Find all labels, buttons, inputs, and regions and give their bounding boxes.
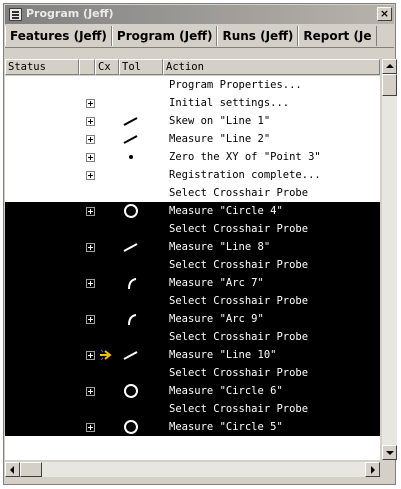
expand-icon[interactable] [86, 99, 95, 108]
step-action-text: Measure "Circle 5" [169, 421, 283, 433]
expand-icon[interactable] [86, 315, 95, 324]
program-step-row[interactable]: Select Crosshair Probe [5, 292, 380, 310]
line-icon [123, 351, 138, 360]
circle-icon [124, 384, 138, 398]
expand-icon[interactable] [86, 387, 95, 396]
program-window: Program (Jeff) × Features (Jeff) Program … [3, 3, 397, 485]
program-step-row[interactable]: Measure "Line 10" [5, 346, 380, 364]
step-action-text: Select Crosshair Probe [169, 331, 309, 343]
scroll-down-button[interactable] [382, 445, 397, 460]
program-step-row[interactable]: Select Crosshair Probe [5, 400, 380, 418]
step-action-text: Measure "Line 10" [169, 349, 277, 361]
step-action-text: Measure "Line 8" [169, 241, 271, 253]
tab-bar: Features (Jeff) Program (Jeff) Runs (Jeff)… [5, 26, 394, 48]
scroll-up-button[interactable] [382, 59, 397, 74]
program-step-row[interactable]: Select Crosshair Probe [5, 220, 380, 238]
horizontal-scrollbar[interactable] [5, 462, 380, 477]
grid-header: Status Cx Tol Action [5, 59, 380, 76]
arc-icon [128, 278, 137, 290]
arc-icon [128, 314, 137, 326]
program-step-row[interactable]: Select Crosshair Probe [5, 364, 380, 382]
step-action-text: Select Crosshair Probe [169, 259, 309, 271]
program-step-row[interactable]: Measure "Arc 7" [5, 274, 380, 292]
scroll-left-button[interactable] [5, 462, 20, 477]
program-window-icon [9, 8, 22, 21]
title-bar[interactable]: Program (Jeff) × [5, 5, 394, 24]
step-action-text: Measure "Line 2" [169, 133, 271, 145]
program-step-row[interactable]: Measure "Circle 6" [5, 382, 380, 400]
step-action-text: Select Crosshair Probe [169, 295, 309, 307]
expand-icon[interactable] [86, 153, 95, 162]
arrow-right-icon [371, 466, 375, 474]
tab-report[interactable]: Report (Je [298, 26, 377, 46]
step-action-text: Measure "Circle 6" [169, 385, 283, 397]
column-header-cx[interactable]: Cx [95, 59, 119, 75]
step-action-text: Measure "Arc 7" [169, 277, 264, 289]
vertical-scroll-thumb[interactable] [382, 74, 397, 96]
vertical-scrollbar[interactable] [382, 59, 397, 460]
step-action-text: Skew on "Line 1" [169, 115, 271, 127]
step-action-text: Zero the XY of "Point 3" [169, 151, 321, 163]
program-step-row[interactable]: Skew on "Line 1" [5, 112, 380, 130]
program-step-row[interactable]: Select Crosshair Probe [5, 256, 380, 274]
program-step-row[interactable]: Zero the XY of "Point 3" [5, 148, 380, 166]
step-action-text: Initial settings... [169, 97, 290, 109]
step-action-text: Select Crosshair Probe [169, 403, 309, 415]
arrow-left-icon [10, 466, 14, 474]
step-action-text: Select Crosshair Probe [169, 187, 309, 199]
window-title: Program (Jeff) [26, 7, 114, 20]
column-header-action[interactable]: Action [163, 59, 380, 75]
circle-icon [124, 420, 138, 434]
program-step-row[interactable]: Registration complete... [5, 166, 380, 184]
program-step-row[interactable]: Select Crosshair Probe [5, 184, 380, 202]
line-icon [123, 135, 138, 144]
expand-icon[interactable] [86, 243, 95, 252]
expand-icon[interactable] [86, 423, 95, 432]
line-icon [123, 117, 138, 126]
program-grid[interactable]: Status Cx Tol Action Program Properties.… [5, 59, 380, 460]
program-step-row[interactable]: Measure "Circle 5" [5, 418, 380, 436]
circle-icon [124, 204, 138, 218]
step-action-text: Measure "Arc 9" [169, 313, 264, 325]
expand-icon[interactable] [86, 135, 95, 144]
column-header-status[interactable]: Status [5, 59, 79, 75]
arrow-up-icon [386, 64, 394, 68]
close-button[interactable]: × [377, 7, 392, 21]
horizontal-scroll-thumb[interactable] [20, 462, 42, 477]
program-step-row[interactable]: Program Properties... [5, 76, 380, 94]
arrow-down-icon [386, 451, 394, 455]
tab-program[interactable]: Program (Jeff) [111, 26, 218, 46]
expand-icon[interactable] [86, 207, 95, 216]
point-icon [129, 155, 133, 159]
expand-icon[interactable] [86, 351, 95, 360]
program-step-row[interactable]: Measure "Arc 9" [5, 310, 380, 328]
column-header-tol[interactable]: Tol [119, 59, 163, 75]
expand-icon[interactable] [86, 171, 95, 180]
program-step-row[interactable]: Measure "Circle 4" [5, 202, 380, 220]
expand-icon[interactable] [86, 279, 95, 288]
scroll-right-button[interactable] [365, 462, 380, 477]
line-icon [123, 243, 138, 252]
step-action-text: Registration complete... [169, 169, 321, 181]
expand-icon[interactable] [86, 117, 95, 126]
step-action-text: Select Crosshair Probe [169, 367, 309, 379]
program-step-row[interactable]: Measure "Line 2" [5, 130, 380, 148]
step-action-text: Program Properties... [169, 79, 302, 91]
program-step-row[interactable]: Measure "Line 8" [5, 238, 380, 256]
step-action-text: Measure "Circle 4" [169, 205, 283, 217]
tab-features[interactable]: Features (Jeff) [5, 26, 112, 46]
tab-runs[interactable]: Runs (Jeff) [217, 26, 299, 46]
program-step-row[interactable]: Initial settings... [5, 94, 380, 112]
column-header-blank[interactable] [79, 59, 95, 75]
current-step-arrow-icon [100, 349, 112, 361]
step-action-text: Select Crosshair Probe [169, 223, 309, 235]
program-step-row[interactable]: Select Crosshair Probe [5, 328, 380, 346]
